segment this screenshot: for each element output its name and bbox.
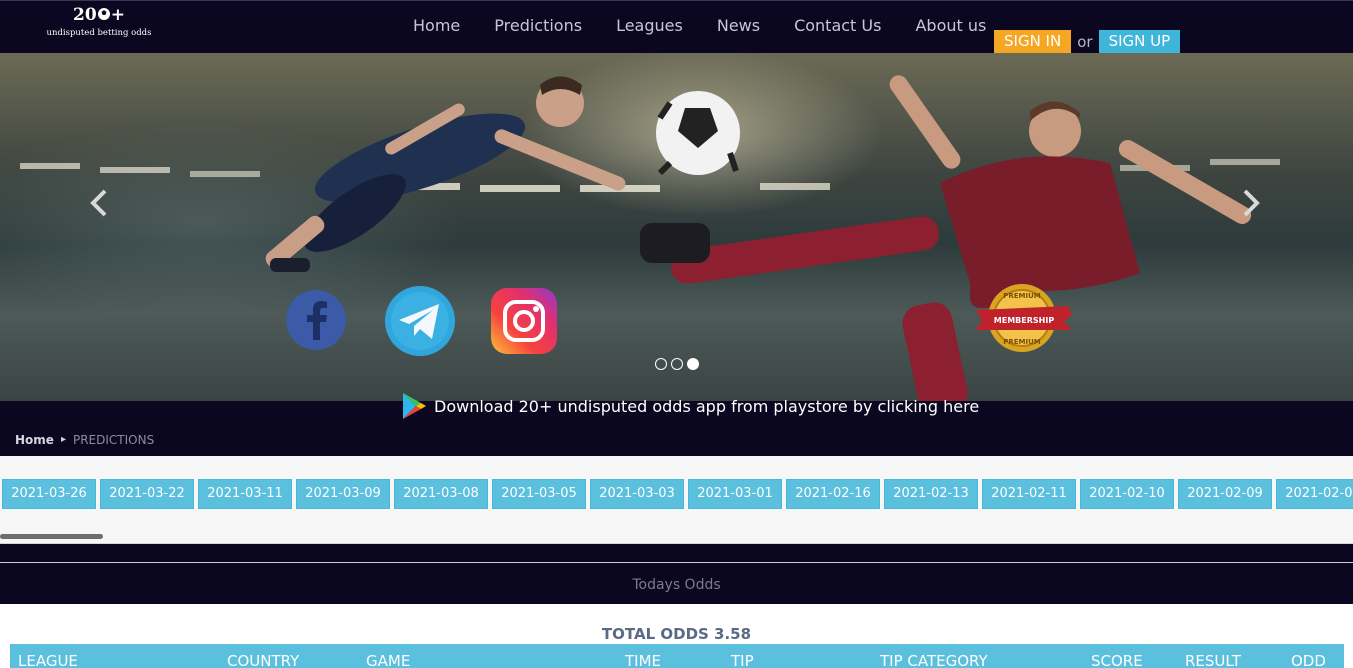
date-button[interactable]: 2021-02-16 [786,479,880,509]
breadcrumb: Home ▸ PREDICTIONS [0,423,1353,456]
nav-about-us[interactable]: About us [898,1,1003,51]
player-diving-image [265,76,626,272]
col-tip-category: TIP CATEGORY [880,652,988,668]
todays-odds-title: Todays Odds [632,577,721,593]
badge-ribbon-text: MEMBERSHIP [994,316,1055,325]
carousel-next-icon[interactable] [1235,185,1265,221]
main-nav: Home Predictions Leagues News Contact Us… [396,1,1003,51]
download-app-text: Download 20+ undisputed odds app from pl… [434,396,980,416]
date-selector[interactable]: 2021-03-26 2021-03-22 2021-03-11 2021-03… [0,456,1353,544]
col-tip: TIP [731,652,754,668]
chevron-right-icon: ▸ [60,434,66,445]
auth-buttons: SIGN IN or SIGN UP [994,30,1181,53]
soccer-ball-icon [97,8,110,20]
date-button[interactable]: 2021-03-22 [100,479,194,509]
hero-carousel: PREMIUM MEMBERSHIP PREMIUM [0,53,1353,401]
date-button[interactable]: 2021-03-05 [492,479,586,509]
carousel-dot[interactable] [671,358,683,370]
date-button[interactable]: 2021-03-26 [2,479,96,509]
todays-odds-section: Todays Odds [0,544,1353,604]
sign-up-button[interactable]: SIGN UP [1098,30,1181,53]
logo-tagline: undisputed betting odds [46,28,152,38]
carousel-prev-icon[interactable] [85,185,115,221]
date-button[interactable]: 2021-03-11 [198,479,292,509]
date-button[interactable]: 2021-03-03 [590,479,684,509]
date-button[interactable]: 2021-02-13 [884,479,978,509]
logo-title: 20 + [73,5,125,25]
nav-predictions[interactable]: Predictions [477,1,599,51]
col-league: LEAGUE [18,652,78,668]
sign-in-button[interactable]: SIGN IN [994,30,1072,53]
nav-news[interactable]: News [700,1,777,51]
badge-bottom-text: PREMIUM [1003,338,1041,346]
col-score: SCORE [1091,652,1143,668]
top-navbar: 20 + undisputed betting odds Home Predict… [0,0,1353,53]
predictions-table-header: LEAGUE COUNTRY GAME TIME TIP TIP CATEGOR… [10,644,1344,668]
nav-home[interactable]: Home [396,1,477,51]
date-button[interactable]: 2021-02-10 [1080,479,1174,509]
badge-top-text: PREMIUM [1003,292,1041,300]
col-odd: ODD [1291,652,1326,668]
nav-leagues[interactable]: Leagues [599,1,700,51]
facebook-icon[interactable] [284,288,348,352]
download-app-strip: Download 20+ undisputed odds app from pl… [0,393,1353,423]
date-button[interactable]: 2021-03-01 [688,479,782,509]
google-play-icon [403,393,426,419]
instagram-icon[interactable] [490,287,558,355]
horizontal-scrollbar[interactable] [0,534,103,539]
col-time: TIME [625,652,662,668]
telegram-icon[interactable] [383,284,457,358]
date-button[interactable]: 2021-02-09 [1178,479,1272,509]
download-app-link[interactable]: Download 20+ undisputed odds app from pl… [400,391,979,421]
carousel-dot-active[interactable] [687,358,699,370]
breadcrumb-home[interactable]: Home [15,433,54,447]
or-label: or [1077,32,1093,51]
date-button[interactable]: 2021-02-11 [982,479,1076,509]
date-button[interactable]: 2021-02-08 [1276,479,1353,509]
site-logo[interactable]: 20 + undisputed betting odds [45,3,153,49]
date-button[interactable]: 2021-03-09 [296,479,390,509]
col-game: GAME [366,652,411,668]
col-country: COUNTRY [227,652,300,668]
total-odds: TOTAL ODDS 3.58 [601,625,752,643]
col-result: RESULT [1185,652,1241,668]
carousel-dot[interactable] [655,358,667,370]
nav-contact-us[interactable]: Contact Us [777,1,898,51]
premium-membership-badge[interactable]: PREMIUM MEMBERSHIP PREMIUM [972,284,1076,358]
divider [0,562,1353,563]
carousel-indicators [655,358,699,370]
date-list: 2021-03-26 2021-03-22 2021-03-11 2021-03… [2,479,1353,509]
date-button[interactable]: 2021-03-08 [394,479,488,509]
breadcrumb-current: PREDICTIONS [72,432,155,447]
